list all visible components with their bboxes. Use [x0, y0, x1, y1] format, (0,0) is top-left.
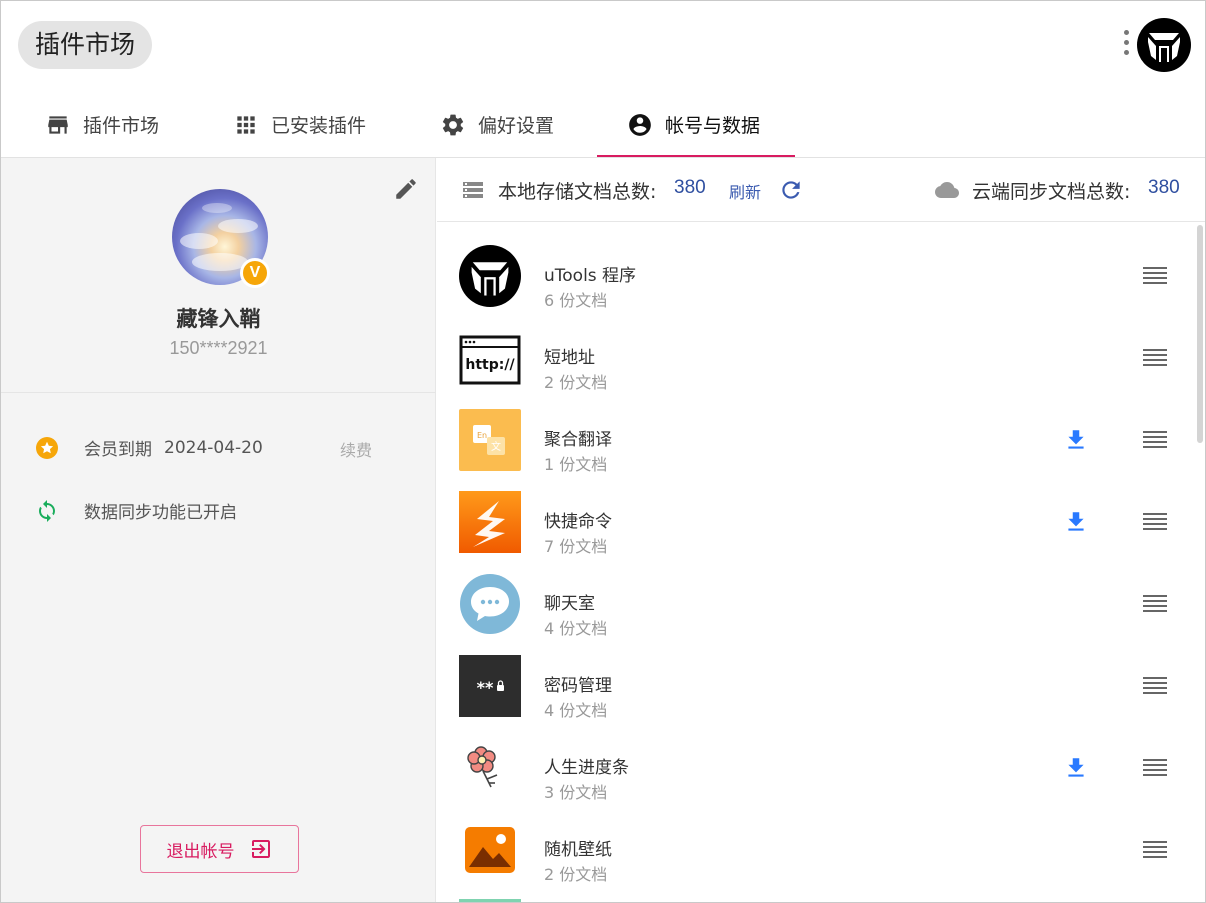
- apps-grid-icon: [237, 115, 255, 134]
- more-options-icon[interactable]: [1119, 27, 1133, 63]
- doc-count: 6 份文档: [544, 291, 608, 310]
- member-expiry: 2024-04-20: [164, 437, 263, 458]
- local-docs-count: 380: [674, 177, 706, 198]
- list-item[interactable]: 聊天室 4 份文档: [437, 561, 1197, 643]
- edit-pencil-icon[interactable]: [393, 176, 419, 202]
- plugin-name: 快捷命令: [544, 512, 612, 532]
- plugin-name: uTools 程序: [544, 266, 637, 286]
- utools-program-icon: [459, 245, 521, 307]
- document-stats-bar: 本地存储文档总数: 380 刷新 云端同步文档总数: 380: [437, 158, 1205, 222]
- download-icon[interactable]: [1063, 509, 1089, 535]
- translate-icon-zh-text: 文: [491, 440, 501, 453]
- cloud-docs-label: 云端同步文档总数:: [972, 181, 1131, 203]
- menu-lines-icon[interactable]: [1142, 511, 1168, 533]
- tab-label: 偏好设置: [478, 115, 555, 137]
- menu-lines-icon[interactable]: [1142, 839, 1168, 861]
- logout-button[interactable]: 退出帐号: [140, 825, 299, 873]
- plugin-name: 人生进度条: [544, 758, 629, 778]
- plugin-name: 随机壁纸: [544, 840, 612, 860]
- page-title: 插件市场: [18, 21, 153, 69]
- doc-count: 2 份文档: [544, 373, 608, 392]
- star-badge-icon: [36, 436, 58, 459]
- password-manager-icon: **: [459, 655, 521, 717]
- list-item[interactable]: 随机壁纸 2 份文档: [437, 807, 1197, 889]
- plugin-name: 短地址: [544, 348, 595, 368]
- app-window: 插件市场 插件市场 已安装插件 偏好设置 帐号与数据 V 藏锋入鞘 150***…: [0, 0, 1206, 903]
- sidebar-divider: [1, 392, 436, 393]
- storage-icon: [463, 182, 483, 198]
- renew-link[interactable]: 续费: [340, 437, 372, 461]
- plugin-name: 密码管理: [544, 676, 612, 696]
- quick-command-icon: [459, 491, 521, 553]
- list-item[interactable]: uTools 程序 6 份文档: [437, 233, 1197, 315]
- password-icon-text: **: [477, 678, 494, 697]
- doc-count: 4 份文档: [544, 701, 608, 720]
- sync-status-text: 数据同步功能已开启: [84, 503, 237, 523]
- refresh-icon[interactable]: [778, 177, 804, 203]
- tab-preferences[interactable]: 偏好设置: [440, 91, 554, 158]
- membership-row: 会员到期 2024-04-20: [35, 435, 263, 460]
- menu-lines-icon[interactable]: [1142, 757, 1168, 779]
- download-icon[interactable]: [1063, 755, 1089, 781]
- phone-number: 150****2921: [169, 338, 268, 358]
- plugin-docs-list: uTools 程序 6 份文档 http:// 短地址 2 份文档 En 文 聚…: [437, 223, 1205, 902]
- short-url-icon-text: http://: [465, 357, 515, 373]
- translate-icon-en-text: En: [477, 431, 487, 440]
- gear-icon: [442, 114, 464, 135]
- list-item[interactable]: 快捷命令 7 份文档: [437, 479, 1197, 561]
- menu-lines-icon[interactable]: [1142, 347, 1168, 369]
- tab-label: 已安装插件: [271, 115, 367, 137]
- account-sidebar: V 藏锋入鞘 150****2921 会员到期 2024-04-20 续费 数据…: [1, 158, 436, 902]
- username: 藏锋入鞘: [176, 307, 261, 331]
- local-docs-label: 本地存储文档总数:: [498, 181, 657, 203]
- main-tabs: 插件市场 已安装插件 偏好设置 帐号与数据: [1, 91, 1205, 158]
- plugin-name: 聚合翻译: [544, 430, 612, 450]
- flower-icon: [459, 737, 521, 799]
- list-item[interactable]: ** 密码管理 4 份文档: [437, 643, 1197, 725]
- translate-icon: En 文: [459, 409, 521, 471]
- menu-lines-icon[interactable]: [1142, 265, 1168, 287]
- menu-lines-icon[interactable]: [1142, 675, 1168, 697]
- plugin-name: 聊天室: [544, 594, 595, 614]
- next-item-icon-peek: [459, 899, 521, 902]
- list-scrollbar[interactable]: [1197, 225, 1203, 443]
- menu-lines-icon[interactable]: [1142, 593, 1168, 615]
- chat-bubble-icon: [460, 574, 520, 634]
- doc-count: 7 份文档: [544, 537, 608, 556]
- refresh-link[interactable]: 刷新: [729, 179, 761, 203]
- download-icon[interactable]: [1063, 427, 1089, 453]
- list-item[interactable]: En 文 聚合翻译 1 份文档: [437, 397, 1197, 479]
- menu-lines-icon[interactable]: [1142, 429, 1168, 451]
- doc-count: 1 份文档: [544, 455, 608, 474]
- doc-count: 3 份文档: [544, 783, 608, 802]
- utools-logo-icon[interactable]: [1137, 18, 1191, 72]
- tab-account-data[interactable]: 帐号与数据: [627, 91, 760, 158]
- account-circle-icon: [629, 113, 651, 136]
- image-wallpaper-icon: [459, 819, 521, 881]
- cloud-docs-count: 380: [1148, 177, 1180, 198]
- vip-badge: V: [240, 258, 270, 288]
- store-icon: [48, 115, 68, 134]
- doc-count: 4 份文档: [544, 619, 608, 638]
- member-label: 会员到期: [84, 440, 152, 460]
- tab-label: 插件市场: [83, 115, 160, 137]
- tab-label: 帐号与数据: [665, 115, 761, 137]
- short-url-icon: http://: [459, 335, 521, 385]
- tab-plugin-market[interactable]: 插件市场: [45, 91, 159, 158]
- list-item[interactable]: http:// 短地址 2 份文档: [437, 315, 1197, 397]
- cloud-icon: [935, 182, 959, 198]
- logout-label: 退出帐号: [166, 841, 235, 862]
- doc-count: 2 份文档: [544, 865, 608, 884]
- logout-icon: [251, 840, 270, 858]
- sync-icon: [39, 499, 55, 522]
- sync-status-row: 数据同步功能已开启: [35, 498, 237, 523]
- list-item[interactable]: 人生进度条 3 份文档: [437, 725, 1197, 807]
- tab-installed-plugins[interactable]: 已安装插件: [233, 91, 366, 158]
